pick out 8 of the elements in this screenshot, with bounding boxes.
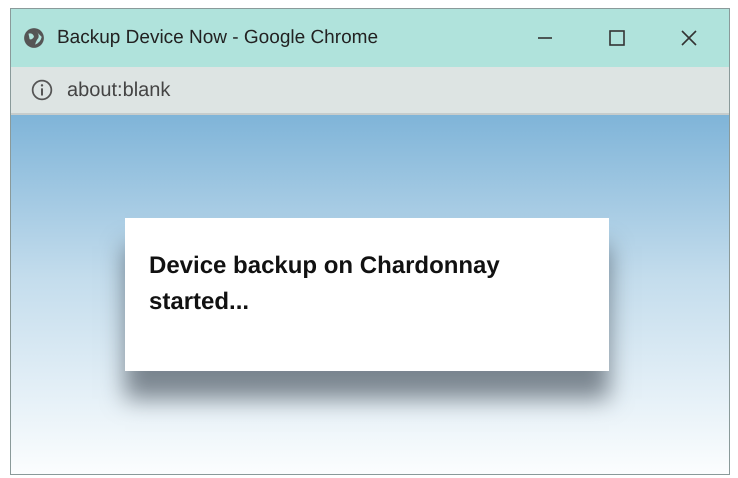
close-icon[interactable] [679,28,699,48]
window-title: Backup Device Now - Google Chrome [57,27,380,49]
status-message: Device backup on Chardonnay started... [149,251,501,317]
url-text: about:blank [67,78,170,102]
globe-icon [23,27,45,49]
address-bar[interactable]: about:blank [11,67,729,115]
info-icon [31,79,53,101]
maximize-icon[interactable] [607,28,627,48]
